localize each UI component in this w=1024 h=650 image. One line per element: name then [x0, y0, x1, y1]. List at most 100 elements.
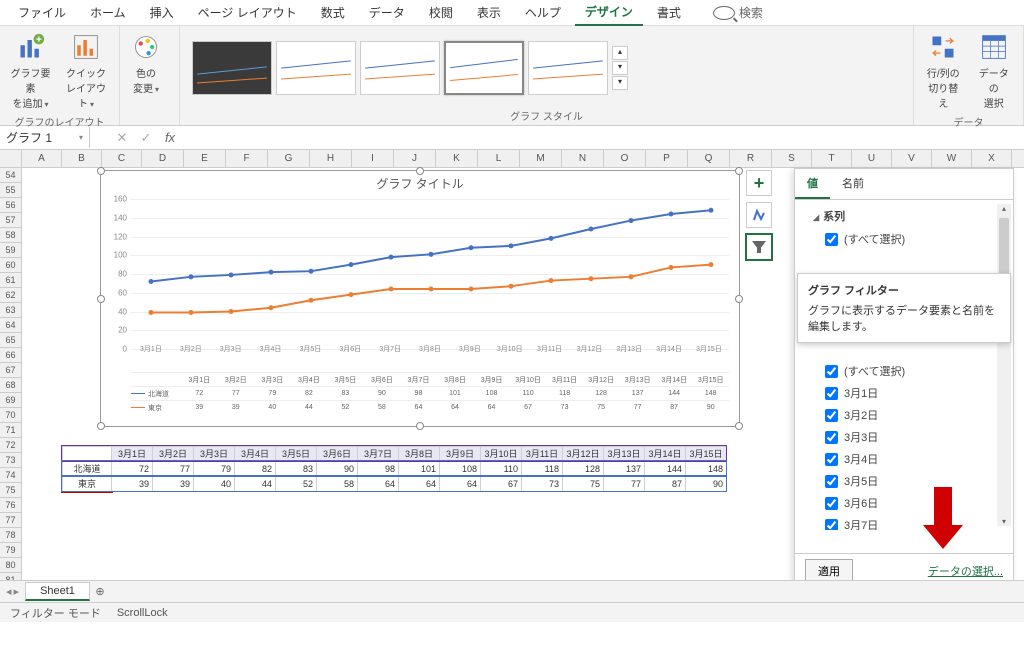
filter-select-all-category[interactable]: (すべて選択): [803, 360, 1005, 382]
filter-tab-values[interactable]: 値: [795, 169, 830, 199]
row-header-71[interactable]: 71: [0, 423, 21, 438]
col-header-H[interactable]: H: [310, 150, 352, 167]
filter-pane-scrollbar[interactable]: ▴ ▾: [997, 204, 1011, 526]
col-header-M[interactable]: M: [520, 150, 562, 167]
chart-style-4[interactable]: [444, 41, 524, 95]
tab-nav-prev[interactable]: ◂: [6, 585, 12, 598]
chart-style-2[interactable]: [276, 41, 356, 95]
row-header-72[interactable]: 72: [0, 438, 21, 453]
row-header-62[interactable]: 62: [0, 288, 21, 303]
row-header-65[interactable]: 65: [0, 333, 21, 348]
add-chart-element-button[interactable]: グラフ要素 を追加: [6, 29, 55, 112]
col-header-F[interactable]: F: [226, 150, 268, 167]
ribbon-search[interactable]: 検索: [703, 0, 773, 25]
ribbon-tab-デザイン[interactable]: デザイン: [575, 0, 643, 26]
row-header-63[interactable]: 63: [0, 303, 21, 318]
col-header-T[interactable]: T: [812, 150, 852, 167]
ribbon-tab-ヘルプ[interactable]: ヘルプ: [515, 0, 571, 25]
chart-style-1[interactable]: [192, 41, 272, 95]
filter-item[interactable]: 3月1日: [803, 382, 1005, 404]
ribbon-tab-書式[interactable]: 書式: [647, 0, 691, 25]
row-header-58[interactable]: 58: [0, 228, 21, 243]
col-header-I[interactable]: I: [352, 150, 394, 167]
col-header-B[interactable]: B: [62, 150, 102, 167]
row-header-79[interactable]: 79: [0, 543, 21, 558]
filter-tab-names[interactable]: 名前: [830, 169, 876, 199]
row-header-70[interactable]: 70: [0, 408, 21, 423]
filter-item[interactable]: 3月3日: [803, 426, 1005, 448]
row-header-75[interactable]: 75: [0, 483, 21, 498]
ribbon-tab-挿入[interactable]: 挿入: [140, 0, 184, 25]
col-header-G[interactable]: G: [268, 150, 310, 167]
row-header-55[interactable]: 55: [0, 183, 21, 198]
ribbon-tab-校閲[interactable]: 校閲: [419, 0, 463, 25]
select-data-button[interactable]: データの 選択: [971, 29, 1018, 112]
formula-input[interactable]: [182, 136, 1024, 140]
row-header-81[interactable]: 81: [0, 573, 21, 580]
ribbon-tab-ページ レイアウト[interactable]: ページ レイアウト: [188, 0, 307, 25]
select-all-corner[interactable]: [0, 150, 22, 167]
col-header-P[interactable]: P: [646, 150, 688, 167]
filter-apply-button[interactable]: 適用: [805, 559, 853, 581]
tab-nav-next[interactable]: ▸: [14, 585, 20, 598]
gallery-up-button[interactable]: ▴: [612, 46, 628, 60]
row-header-61[interactable]: 61: [0, 273, 21, 288]
quick-layout-button[interactable]: クイック レイアウト: [59, 29, 113, 112]
row-header-80[interactable]: 80: [0, 558, 21, 573]
row-header-60[interactable]: 60: [0, 258, 21, 273]
filter-select-all-series[interactable]: (すべて選択): [803, 228, 1005, 250]
row-header-54[interactable]: 54: [0, 168, 21, 183]
col-header-U[interactable]: U: [852, 150, 892, 167]
formula-cancel-button[interactable]: ✕: [110, 130, 134, 146]
filter-section-series[interactable]: 系列: [803, 204, 1005, 228]
row-header-69[interactable]: 69: [0, 393, 21, 408]
chart-filter-button[interactable]: [746, 234, 772, 260]
add-sheet-button[interactable]: ⊕: [90, 585, 110, 598]
chart-style-button[interactable]: [746, 202, 772, 228]
embedded-chart[interactable]: グラフ タイトル 020406080100120140160 3月1日3月2日3…: [100, 170, 740, 427]
gallery-more-button[interactable]: ▾: [612, 76, 628, 90]
chart-style-5[interactable]: [528, 41, 608, 95]
ribbon-tab-ホーム[interactable]: ホーム: [80, 0, 136, 25]
col-header-N[interactable]: N: [562, 150, 604, 167]
row-header-73[interactable]: 73: [0, 453, 21, 468]
col-header-W[interactable]: W: [932, 150, 972, 167]
col-header-L[interactable]: L: [478, 150, 520, 167]
col-header-O[interactable]: O: [604, 150, 646, 167]
col-header-C[interactable]: C: [102, 150, 142, 167]
select-data-link[interactable]: データの選択...: [928, 563, 1003, 579]
col-header-X[interactable]: X: [972, 150, 1012, 167]
sheet-tab-active[interactable]: Sheet1: [25, 582, 90, 601]
filter-item[interactable]: 3月2日: [803, 404, 1005, 426]
filter-item[interactable]: 3月4日: [803, 448, 1005, 470]
filter-item[interactable]: 3月5日: [803, 470, 1005, 492]
col-header-K[interactable]: K: [436, 150, 478, 167]
filter-item[interactable]: 3月7日: [803, 514, 1005, 530]
chart-elements-button[interactable]: +: [746, 170, 772, 196]
col-header-E[interactable]: E: [184, 150, 226, 167]
ribbon-tab-ファイル[interactable]: ファイル: [8, 0, 76, 25]
row-header-78[interactable]: 78: [0, 528, 21, 543]
name-box[interactable]: グラフ 1▾: [0, 127, 90, 148]
row-header-64[interactable]: 64: [0, 318, 21, 333]
row-header-74[interactable]: 74: [0, 468, 21, 483]
filter-item[interactable]: 3月6日: [803, 492, 1005, 514]
col-header-Q[interactable]: Q: [688, 150, 730, 167]
switch-row-col-button[interactable]: 行/列の 切り替え: [920, 29, 967, 112]
col-header-R[interactable]: R: [730, 150, 772, 167]
col-header-V[interactable]: V: [892, 150, 932, 167]
row-header-76[interactable]: 76: [0, 498, 21, 513]
col-header-A[interactable]: A: [22, 150, 62, 167]
gallery-down-button[interactable]: ▾: [612, 61, 628, 75]
ribbon-tab-数式[interactable]: 数式: [311, 0, 355, 25]
row-header-67[interactable]: 67: [0, 363, 21, 378]
chart-style-3[interactable]: [360, 41, 440, 95]
source-data-table[interactable]: 3月1日3月2日3月3日3月4日3月5日3月6日3月7日3月8日3月9日3月10…: [62, 446, 726, 491]
row-header-57[interactable]: 57: [0, 213, 21, 228]
col-header-D[interactable]: D: [142, 150, 184, 167]
row-header-77[interactable]: 77: [0, 513, 21, 528]
col-header-S[interactable]: S: [772, 150, 812, 167]
row-header-66[interactable]: 66: [0, 348, 21, 363]
ribbon-tab-表示[interactable]: 表示: [467, 0, 511, 25]
row-header-68[interactable]: 68: [0, 378, 21, 393]
